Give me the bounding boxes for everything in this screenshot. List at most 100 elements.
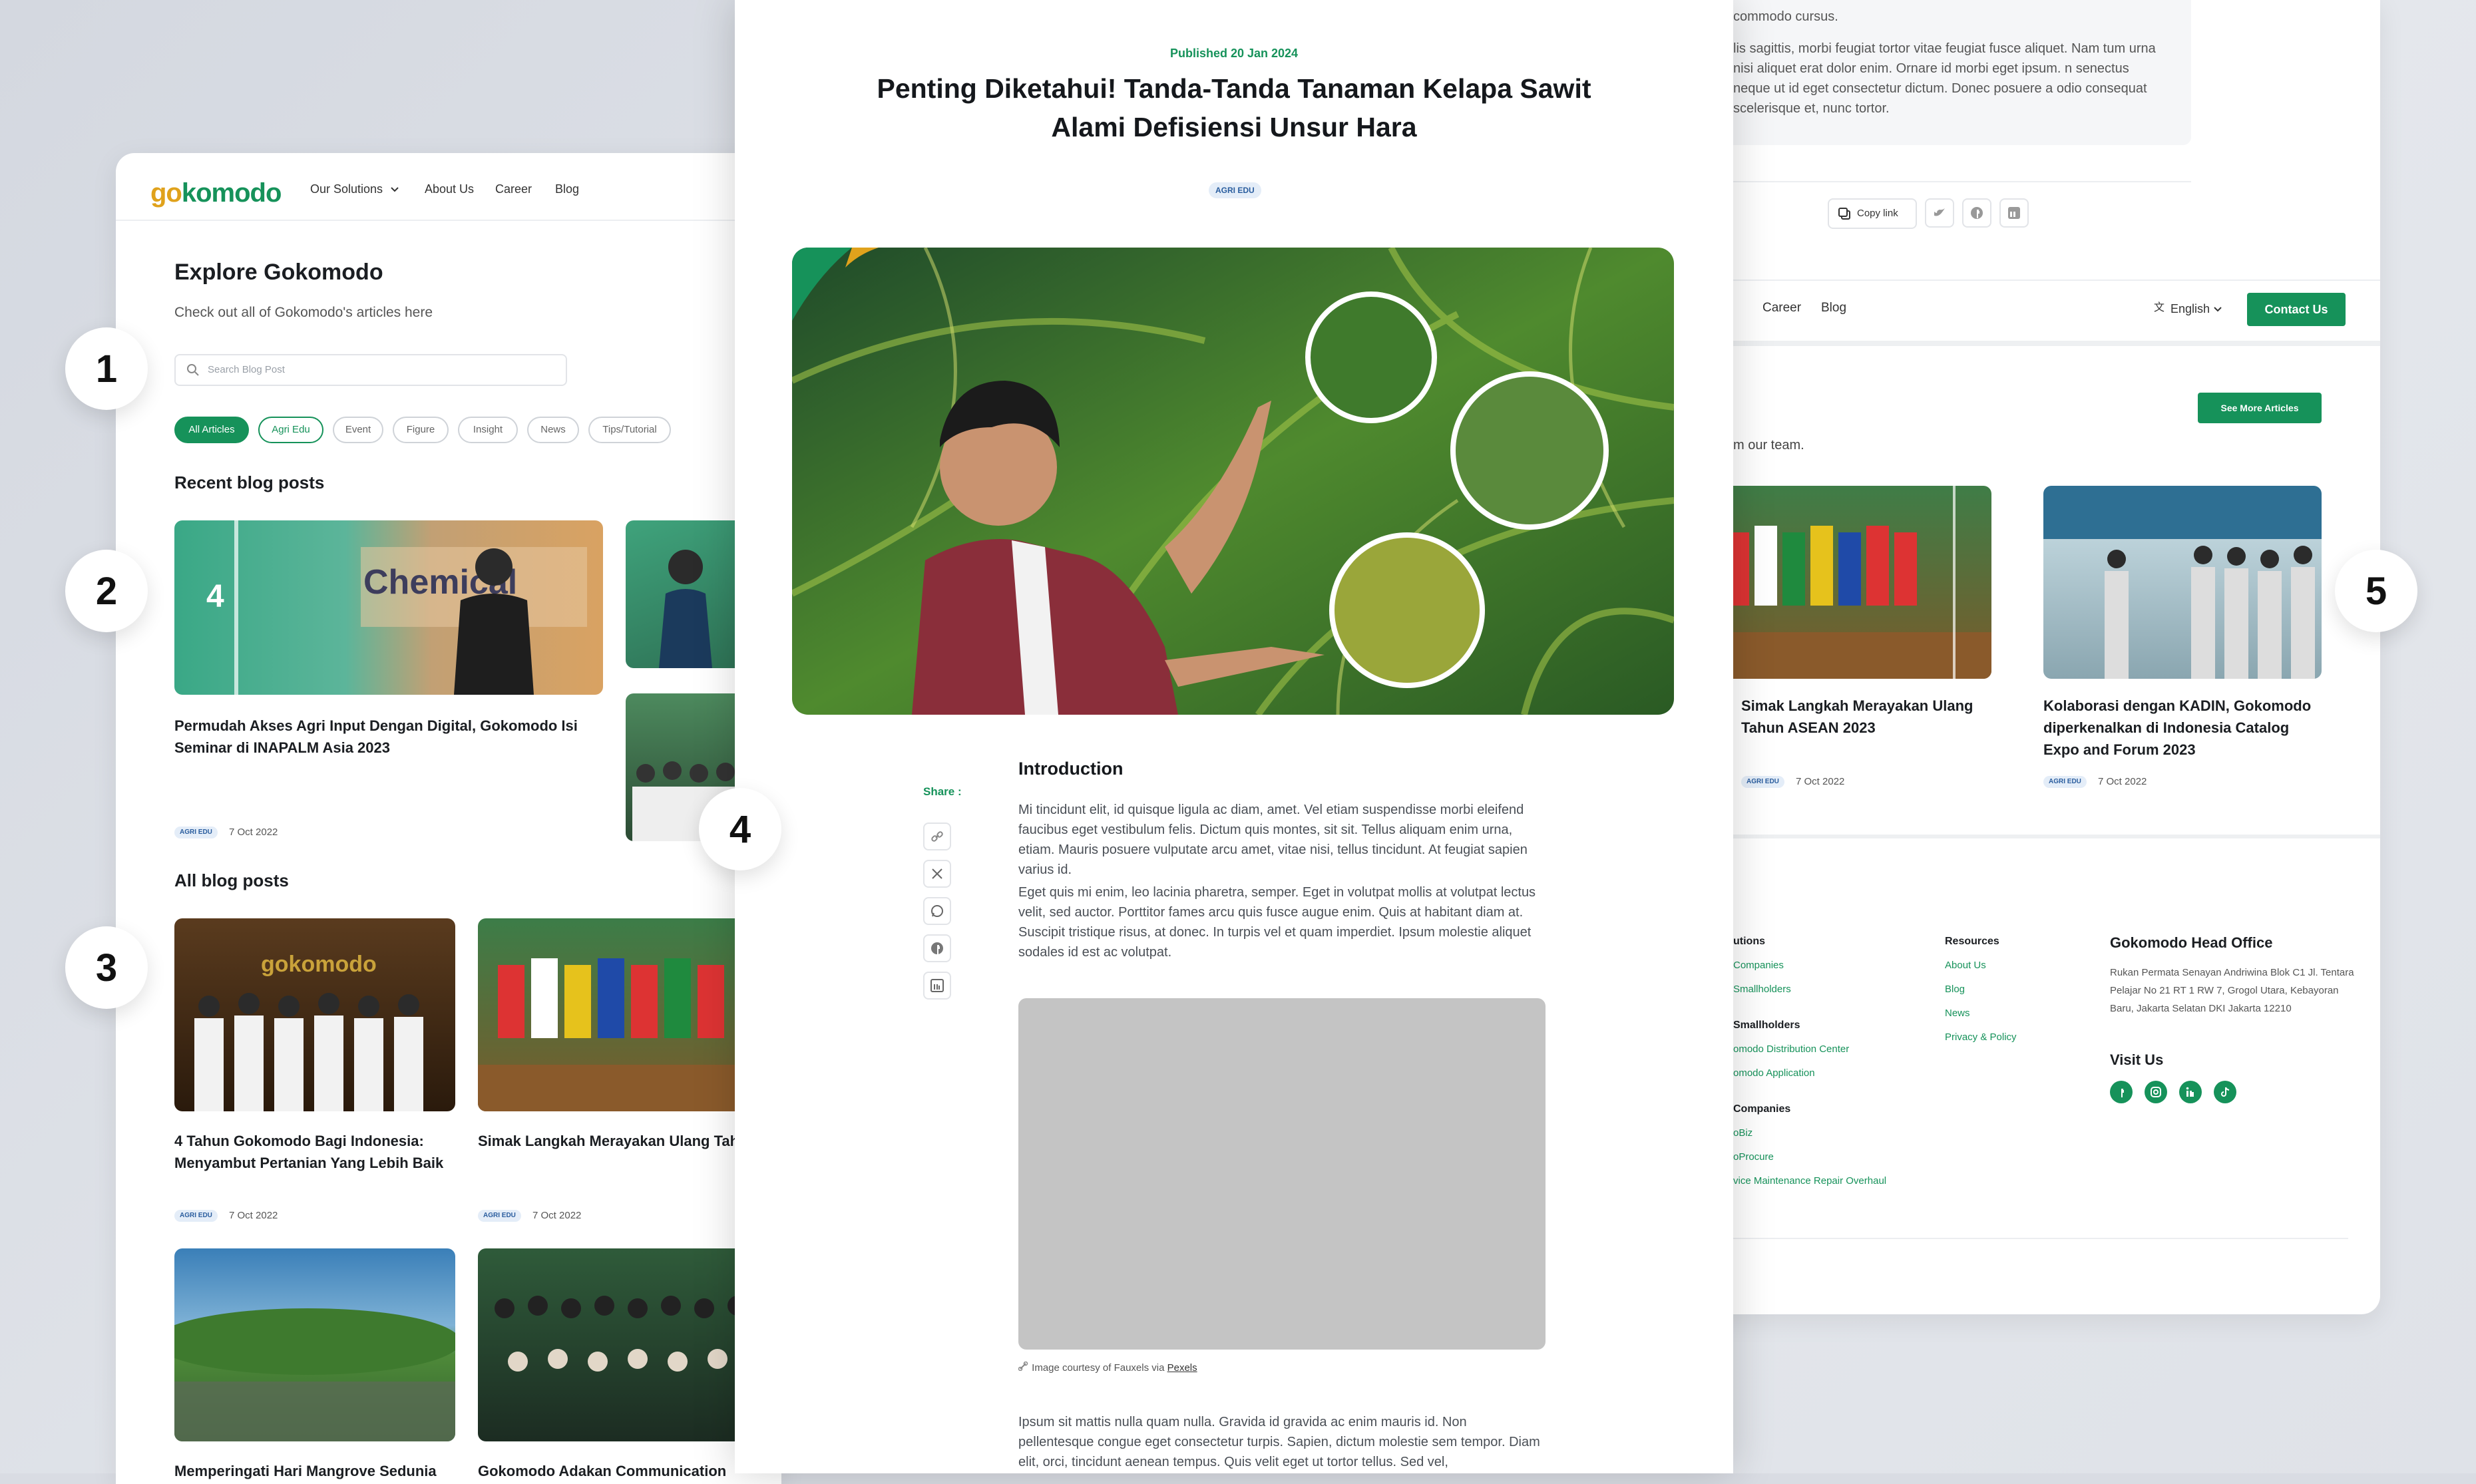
recent-post-image[interactable]: 4 Chemical xyxy=(174,520,603,695)
nav-about-us[interactable]: About Us xyxy=(425,182,474,196)
share-whatsapp-button[interactable] xyxy=(923,897,951,925)
see-more-articles-button[interactable]: See More Articles xyxy=(2198,393,2322,423)
share-label: Share : xyxy=(923,785,962,798)
chevron-down-icon xyxy=(391,187,399,192)
share-x-button[interactable] xyxy=(923,860,951,888)
image-placeholder xyxy=(1018,998,1546,1350)
footer-link-oprocure[interactable]: oProcure xyxy=(1733,1151,1774,1163)
footer-link-mro[interactable]: vice Maintenance Repair Overhaul xyxy=(1733,1175,1886,1187)
chip-event[interactable]: Event xyxy=(333,417,383,443)
recent-posts-heading: Recent blog posts xyxy=(174,472,325,492)
palm-oil-farmer-photo xyxy=(792,248,1674,715)
recent-post-date: 7 Oct 2022 xyxy=(229,827,278,838)
page-title: Explore Gokomodo xyxy=(174,260,383,285)
contact-us-button[interactable]: Contact Us xyxy=(2247,293,2346,326)
copy-link-button[interactable]: Copy link xyxy=(1828,198,1917,229)
chevron-down-icon xyxy=(2214,307,2222,312)
nav-career[interactable]: Career xyxy=(1762,301,1801,315)
twitter-icon xyxy=(1934,208,1945,216)
footer-link-companies[interactable]: Companies xyxy=(1733,960,1784,971)
linkedin-social-link[interactable] xyxy=(2179,1081,2202,1103)
whatsapp-icon xyxy=(931,905,943,917)
post-3-image[interactable] xyxy=(174,1248,455,1441)
article-title: Penting Diketahui! Tanda-Tanda Tanaman K… xyxy=(877,73,1591,142)
post-4-title[interactable]: Gokomodo Adakan Communication xyxy=(478,1460,771,1482)
post-1-title[interactable]: 4 Tahun Gokomodo Bagi Indonesia: Menyamb… xyxy=(174,1130,461,1174)
instagram-icon xyxy=(2151,1087,2161,1097)
body-paragraph-3: Ipsum sit mattis nulla quam nulla. Gravi… xyxy=(1018,1415,1540,1469)
chip-figure[interactable]: Figure xyxy=(393,417,449,443)
footer-link-smallholders[interactable]: Smallholders xyxy=(1733,984,1791,995)
logo-go: go xyxy=(150,178,182,208)
logo-rest: komodo xyxy=(181,178,282,208)
tiktok-icon xyxy=(2221,1087,2230,1097)
linkedin-share-button[interactable] xyxy=(1999,198,2029,228)
facebook-social-link[interactable] xyxy=(2110,1081,2133,1103)
language-label: English xyxy=(2170,302,2210,315)
gokomodo-logo[interactable]: gokomodo xyxy=(150,178,282,208)
recent-post-title[interactable]: Permudah Akses Agri Input Dengan Digital… xyxy=(174,715,600,759)
linkedin-icon xyxy=(2186,1087,2194,1097)
post-1-date: 7 Oct 2022 xyxy=(229,1210,278,1221)
linkedin-icon xyxy=(2008,207,2020,219)
post-2-date: 7 Oct 2022 xyxy=(532,1210,582,1221)
chip-news[interactable]: News xyxy=(527,417,579,443)
blog-listing-page: gokomodo Our Solutions About Us Career B… xyxy=(116,153,781,1484)
article-hero-image xyxy=(792,248,1674,715)
search-input[interactable]: Search Blog Post xyxy=(174,354,567,386)
article-2-image[interactable] xyxy=(2043,486,2322,679)
footer-link-news[interactable]: News xyxy=(1945,1008,1970,1019)
facebook-icon xyxy=(1971,207,1983,219)
link-icon xyxy=(1018,1361,1028,1372)
post-3-title[interactable]: Memperingati Hari Mangrove Sedunia xyxy=(174,1460,461,1482)
svg-text:文: 文 xyxy=(2154,301,2165,313)
article-tag[interactable]: AGRI EDU xyxy=(1209,182,1261,198)
footer-link-about-us[interactable]: About Us xyxy=(1945,960,1986,971)
instagram-social-link[interactable] xyxy=(2145,1081,2167,1103)
nav-blog[interactable]: Blog xyxy=(555,182,579,196)
footer-link-application[interactable]: omodo Application xyxy=(1733,1067,1815,1079)
footer-link-distribution-center[interactable]: omodo Distribution Center xyxy=(1733,1043,1849,1055)
article-1-image[interactable] xyxy=(1713,486,1991,679)
quote-text: lis sagittis, morbi feugiat tortor vitae… xyxy=(1733,41,2156,116)
chip-agri-edu[interactable]: Agri Edu xyxy=(258,417,323,443)
flags-photo xyxy=(1713,486,1991,679)
nav-label: Our Solutions xyxy=(310,182,383,196)
page-subtitle: Check out all of Gokomodo's articles her… xyxy=(174,305,433,320)
footer-resources-heading: Resources xyxy=(1945,936,1999,947)
nav-our-solutions[interactable]: Our Solutions xyxy=(310,182,399,196)
article-2-title[interactable]: Kolaborasi dengan KADIN, Gokomodo diperk… xyxy=(2043,695,2323,761)
chip-all-articles[interactable]: All Articles xyxy=(174,417,249,443)
nav-blog[interactable]: Blog xyxy=(1821,301,1846,315)
search-icon xyxy=(187,364,199,376)
all-posts-heading: All blog posts xyxy=(174,870,289,890)
share-facebook-button[interactable] xyxy=(923,934,951,962)
nav-career[interactable]: Career xyxy=(495,182,532,196)
twitter-share-button[interactable] xyxy=(1925,198,1954,228)
share-link-button[interactable] xyxy=(923,823,951,850)
chip-tips-tutorial[interactable]: Tips/Tutorial xyxy=(588,417,671,443)
tiktok-social-link[interactable] xyxy=(2214,1081,2236,1103)
copy-link-label: Copy link xyxy=(1857,208,1898,219)
footer-link-obiz[interactable]: oBiz xyxy=(1733,1127,1753,1139)
translate-icon: 文 xyxy=(2154,301,2165,313)
footer-link-privacy[interactable]: Privacy & Policy xyxy=(1945,1031,2017,1043)
chip-insight[interactable]: Insight xyxy=(458,417,518,443)
facebook-share-button[interactable] xyxy=(1962,198,1991,228)
team-text: m our team. xyxy=(1733,438,1804,453)
language-selector[interactable]: 文 English xyxy=(2154,301,2222,316)
footer-link-blog[interactable]: Blog xyxy=(1945,984,1965,995)
footer-visit-heading: Visit Us xyxy=(2110,1051,2164,1068)
post-1-image[interactable]: gokomodo xyxy=(174,918,455,1111)
post-2-title[interactable]: Simak Langkah Merayakan Ulang Tahun ASEA… xyxy=(478,1130,781,1152)
image-caption: Image courtesy of Fauxels via Pexels xyxy=(1018,1361,1197,1374)
header-shadow xyxy=(1704,341,2380,346)
share-linkedin-button[interactable] xyxy=(923,972,951,1000)
post-2-tag: AGRI EDU xyxy=(478,1210,521,1222)
article-1-title[interactable]: Simak Langkah Merayakan Ulang Tahun ASEA… xyxy=(1741,695,1991,739)
content-divider xyxy=(1704,181,2191,182)
caption-pexels-link[interactable]: Pexels xyxy=(1167,1362,1197,1374)
linkedin-icon xyxy=(930,979,944,992)
footer-office-heading: Gokomodo Head Office xyxy=(2110,934,2273,951)
annotation-badge-5: 5 xyxy=(2335,550,2417,632)
